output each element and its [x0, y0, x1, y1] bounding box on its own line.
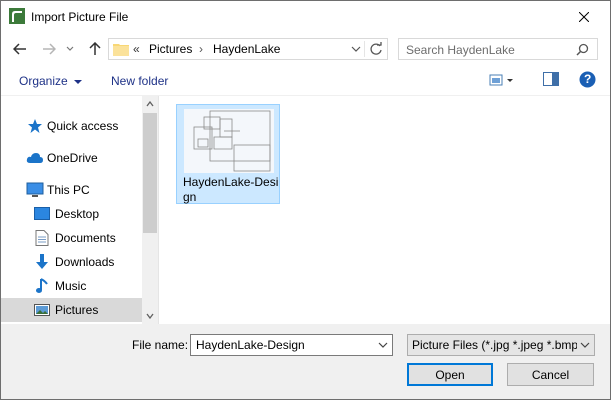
search-icon: [576, 43, 589, 56]
sidebar-item-quick-access[interactable]: Quick access: [1, 114, 142, 138]
sidebar-item-label: Desktop: [55, 207, 100, 221]
scroll-thumb[interactable]: [143, 113, 157, 233]
search-box[interactable]: Search HaydenLake: [398, 38, 598, 60]
floorplan-thumbnail: [184, 109, 274, 173]
up-button[interactable]: [84, 38, 106, 60]
sidebar-item-label: Quick access: [47, 119, 119, 133]
chevron-down-icon: [66, 46, 74, 51]
preview-pane-button[interactable]: [543, 72, 559, 89]
computer-icon: [26, 181, 44, 199]
help-button[interactable]: ?: [579, 71, 596, 91]
folder-icon: [113, 44, 129, 56]
change-view-button[interactable]: [489, 72, 515, 91]
sidebar-item-label: OneDrive: [47, 151, 98, 165]
address-bar[interactable]: « Pictures › HaydenLake: [108, 38, 388, 60]
chevron-down-icon: [577, 339, 591, 351]
scroll-down-button[interactable]: [142, 308, 158, 324]
sidebar-item-pictures[interactable]: Pictures: [1, 298, 142, 322]
arrow-left-icon: [13, 43, 26, 55]
cloud-icon: [26, 149, 44, 167]
app-icon: [9, 8, 25, 24]
chevron-down-icon: [146, 313, 154, 319]
cancel-button[interactable]: Cancel: [507, 363, 594, 386]
sidebar-item-label: Pictures: [55, 303, 99, 317]
navigation-pane: Quick access OneDrive This PC Desktop Do…: [1, 96, 159, 324]
sidebar-item-this-pc[interactable]: This PC: [1, 178, 142, 202]
download-icon: [33, 253, 51, 271]
refresh-icon[interactable]: [369, 42, 383, 56]
arrow-right-icon: [43, 43, 56, 55]
navigation-bar: « Pictures › HaydenLake Search HaydenLak…: [1, 32, 610, 66]
view-icon: [489, 74, 513, 86]
new-folder-label: New folder: [111, 74, 169, 88]
arrow-up-icon: [89, 42, 101, 55]
organize-label: Organize: [19, 74, 68, 88]
command-toolbar: Organize New folder ?: [1, 66, 610, 96]
close-button[interactable]: [564, 2, 604, 31]
chevron-up-icon: [146, 101, 154, 107]
file-name-field[interactable]: HaydenLake-Design: [190, 334, 393, 356]
open-button[interactable]: Open: [407, 363, 493, 386]
music-icon: [33, 277, 51, 295]
new-folder-button[interactable]: New folder: [111, 74, 168, 88]
address-divider: [364, 41, 365, 57]
file-type-select[interactable]: Picture Files (*.jpg *.jpeg *.bmp: [407, 334, 595, 356]
sidebar-item-documents[interactable]: Documents: [1, 226, 142, 250]
open-label: Open: [435, 367, 465, 382]
preview-pane-icon: [543, 72, 559, 86]
scroll-up-button[interactable]: [142, 96, 158, 112]
file-name-value[interactable]: HaydenLake-Design: [196, 338, 305, 352]
sidebar-item-label: Downloads: [55, 255, 115, 269]
file-name: HaydenLake-Design: [183, 175, 279, 204]
organize-button[interactable]: Organize: [19, 74, 83, 88]
sidebar-item-label: Music: [55, 279, 87, 293]
sidebar-item-desktop[interactable]: Desktop: [1, 202, 142, 226]
chevron-down-icon[interactable]: [378, 339, 388, 351]
chevron-down-icon[interactable]: [351, 43, 361, 55]
window-title: Import Picture File: [31, 10, 129, 24]
file-name-label: File name:: [132, 338, 189, 352]
document-icon: [33, 229, 51, 247]
close-icon: [579, 11, 589, 22]
pictures-icon: [33, 301, 51, 319]
import-picture-dialog: Import Picture File « Pictures › HaydenL…: [0, 0, 611, 400]
caret-down-icon: [74, 80, 83, 84]
address-overflow[interactable]: «: [133, 42, 140, 56]
title-bar: Import Picture File: [1, 1, 610, 32]
help-label: ?: [584, 72, 592, 86]
dialog-footer: File name: HaydenLake-Design Picture Fil…: [1, 324, 610, 399]
back-button[interactable]: [9, 38, 31, 60]
forward-button[interactable]: [38, 38, 60, 60]
crumb-separator: ›: [199, 42, 203, 56]
sidebar-item-downloads[interactable]: Downloads: [1, 250, 142, 274]
sidebar-item-label: Documents: [55, 231, 116, 245]
sidebar-item-label: This PC: [47, 183, 90, 197]
file-list: HaydenLake-Design: [159, 96, 610, 324]
search-input[interactable]: Search HaydenLake: [406, 43, 515, 57]
crumb-haydenlake[interactable]: HaydenLake: [213, 42, 280, 56]
sidebar-item-onedrive[interactable]: OneDrive: [1, 146, 142, 170]
sidebar-scrollbar[interactable]: [142, 96, 158, 324]
crumb-pictures[interactable]: Pictures: [149, 42, 192, 56]
file-type-value: Picture Files (*.jpg *.jpeg *.bmp: [412, 338, 579, 352]
star-icon: [26, 117, 44, 135]
cancel-label: Cancel: [531, 367, 570, 382]
sidebar-item-music[interactable]: Music: [1, 274, 142, 298]
desktop-icon: [33, 205, 51, 223]
file-item[interactable]: HaydenLake-Design: [176, 104, 280, 204]
recent-locations-button[interactable]: [63, 38, 77, 60]
